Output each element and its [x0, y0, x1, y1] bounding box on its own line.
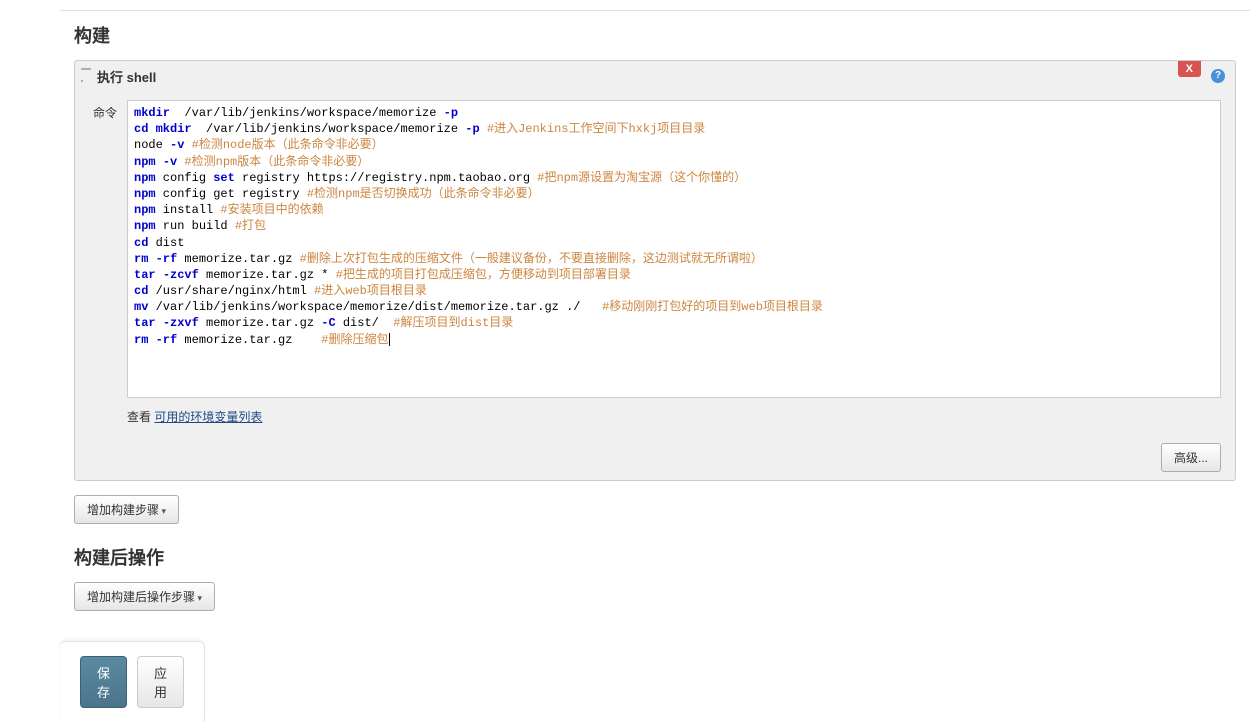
post-build-section-title: 构建后操作 — [60, 544, 1250, 570]
shell-command-input[interactable]: mkdir /var/lib/jenkins/workspace/memoriz… — [127, 100, 1221, 398]
add-post-build-action-button[interactable]: 增加构建后操作步骤 — [74, 582, 215, 611]
advanced-row: 高级... — [75, 439, 1235, 480]
shell-step-title: 执行 shell — [97, 67, 156, 86]
env-vars-row: 查看 可用的环境变量列表 — [127, 408, 1221, 425]
command-field-row: 命令 mkdir /var/lib/jenkins/workspace/memo… — [89, 100, 1221, 398]
build-section-title: 构建 — [60, 22, 1250, 48]
help-icon[interactable]: ? — [1211, 69, 1225, 83]
save-button[interactable]: 保存 — [80, 656, 127, 708]
add-build-step-wrap: 增加构建步骤 — [74, 495, 1236, 524]
env-vars-link[interactable]: 可用的环境变量列表 — [154, 410, 262, 424]
shell-step-body: 命令 mkdir /var/lib/jenkins/workspace/memo… — [75, 92, 1235, 439]
page-container: 构建 执行 shell X ? 命令 mkdir /var/lib/jenkin… — [60, 0, 1250, 722]
advanced-button[interactable]: 高级... — [1161, 443, 1221, 472]
delete-step-button[interactable]: X — [1178, 61, 1201, 77]
post-build-section: 构建后操作 增加构建后操作步骤 — [60, 544, 1250, 611]
build-section: 构建 执行 shell X ? 命令 mkdir /var/lib/jenkin… — [60, 22, 1250, 524]
footer-bar: 保存 应用 — [60, 641, 205, 722]
drag-handle-icon[interactable] — [81, 68, 91, 82]
add-post-build-wrap: 增加构建后操作步骤 — [74, 582, 1236, 611]
shell-step-header: 执行 shell X ? — [75, 61, 1235, 92]
shell-step-container: 执行 shell X ? 命令 mkdir /var/lib/jenkins/w… — [74, 60, 1236, 481]
command-label: 命令 — [89, 100, 117, 121]
apply-button[interactable]: 应用 — [137, 656, 184, 708]
env-prefix: 查看 — [127, 410, 154, 424]
add-build-step-button[interactable]: 增加构建步骤 — [74, 495, 179, 524]
top-divider — [60, 10, 1250, 16]
